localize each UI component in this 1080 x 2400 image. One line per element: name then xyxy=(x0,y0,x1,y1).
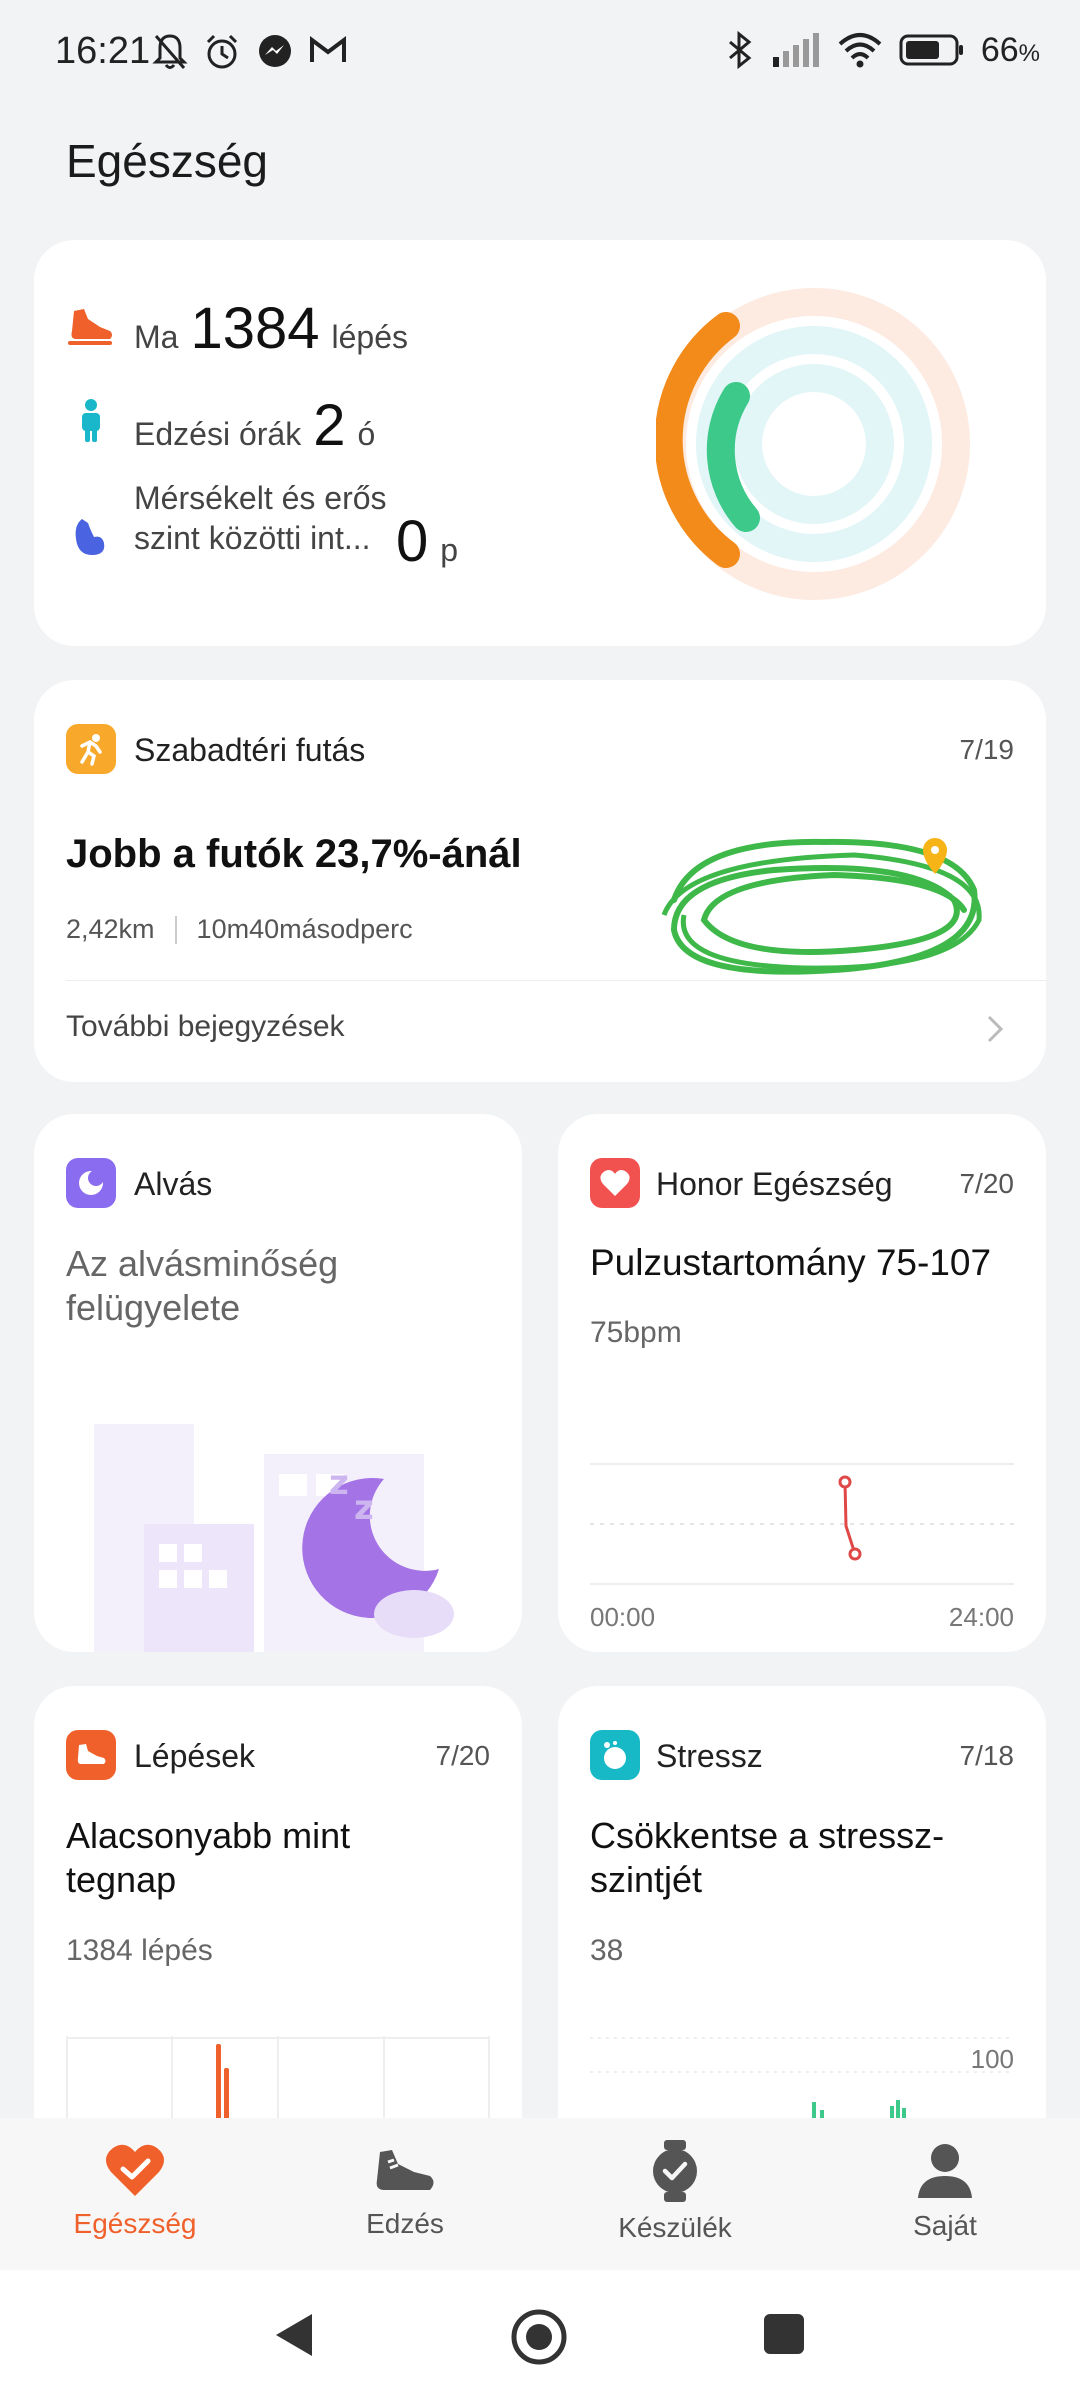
heart-rate-chart xyxy=(590,1463,1014,1585)
shoe-icon xyxy=(68,309,112,345)
heart-label: Honor Egészség xyxy=(656,1166,893,1202)
stress-headline: Csökkentse a stressz-szintjét xyxy=(590,1815,945,1900)
run-duration: 10m40másodperc xyxy=(196,914,413,944)
heart-headline: Pulzustartomány 75-107 xyxy=(590,1242,992,1283)
steps-unit: lépés xyxy=(331,319,408,355)
run-date: 7/19 xyxy=(959,734,1015,765)
run-route-map xyxy=(661,838,982,975)
back-icon[interactable] xyxy=(272,2310,316,2360)
stress-value: 38 xyxy=(590,1934,624,1967)
watch-icon xyxy=(653,2140,697,2202)
stress-icon xyxy=(590,1730,640,1780)
nav-health-label: Egészség xyxy=(73,2208,197,2239)
run-label: Szabadtéri futás xyxy=(134,732,366,768)
sleep-card[interactable]: Alvás Az alvásminőség felügyelete z z xyxy=(34,1114,522,1652)
muscle-icon xyxy=(75,519,105,555)
gmail-icon xyxy=(310,36,346,62)
nav-device[interactable]: Készülék xyxy=(575,2118,775,2270)
nav-device-label: Készülék xyxy=(618,2212,732,2243)
battery-percent: 66% xyxy=(980,30,1040,69)
steps-shoe-icon xyxy=(66,1730,116,1780)
run-headline: Jobb a futók 23,7%-ánál xyxy=(66,832,522,876)
sleep-moon-illustration: z z xyxy=(94,1424,454,1652)
exercise-value: 2 xyxy=(313,393,346,458)
steps-card-date: 7/20 xyxy=(435,1740,491,1771)
system-navigation-bar xyxy=(0,2270,1080,2400)
divider xyxy=(174,915,177,944)
exercise-unit: ó xyxy=(357,416,376,452)
battery-icon xyxy=(899,34,963,66)
steps-card-label: Lépések xyxy=(134,1738,255,1774)
steps-row: Ma 1384 lépés xyxy=(134,295,408,362)
x-axis-end: 24:00 xyxy=(948,1602,1014,1632)
intensity-unit: p xyxy=(440,532,459,568)
heart-rate-card[interactable]: Honor Egészség 7/20 Pulzustartomány 75-1… xyxy=(558,1114,1046,1652)
exercise-row: Edzési órák 2 ó xyxy=(134,392,375,459)
steps-label: Ma xyxy=(134,319,179,355)
bottom-navigation: Egészség Edzés Készülék Saját xyxy=(0,2118,1080,2270)
recents-icon[interactable] xyxy=(762,2312,806,2356)
bluetooth-icon xyxy=(728,30,752,70)
home-icon[interactable] xyxy=(510,2308,568,2366)
intensity-label: Mérsékelt és erős szint közötti int... xyxy=(134,480,387,556)
nav-profile-label: Saját xyxy=(913,2210,977,2241)
signal-icon xyxy=(772,33,819,67)
outdoor-run-card[interactable]: Szabadtéri futás 7/19 Jobb a futók 23,7%… xyxy=(34,680,1046,1082)
wifi-icon xyxy=(838,33,882,68)
divider xyxy=(66,980,1046,981)
status-time: 16:21 xyxy=(55,30,151,72)
heart-icon xyxy=(590,1158,640,1208)
heart-check-icon xyxy=(105,2144,165,2196)
run-stats: 2,42km 10m40másodperc xyxy=(66,914,413,945)
steps-card-value: 1384 lépés xyxy=(66,1934,213,1967)
run-distance: 2,42km xyxy=(66,914,155,944)
activity-card[interactable]: Ma 1384 lépés Edzési órák 2 ó Mérsékelt … xyxy=(34,240,1046,646)
steps-value: 1384 xyxy=(190,296,320,361)
exercise-label: Edzési órák xyxy=(134,416,302,452)
nav-workout[interactable]: Edzés xyxy=(305,2118,505,2270)
nav-workout-label: Edzés xyxy=(366,2208,444,2239)
alarm-icon xyxy=(206,34,238,69)
steps-card-headline: Alacsonyabb mint tegnap xyxy=(66,1815,351,1900)
messenger-icon xyxy=(259,35,291,67)
bell-off-icon xyxy=(152,34,188,69)
stress-label: Stressz xyxy=(656,1738,763,1774)
heart-date: 7/20 xyxy=(959,1168,1015,1199)
svg-text:z: z xyxy=(354,1488,374,1528)
nav-profile[interactable]: Saját xyxy=(845,2118,1045,2270)
notification-icons xyxy=(152,32,348,72)
system-icons: 66% xyxy=(725,30,1040,70)
status-bar: 16:21 66% xyxy=(0,0,1080,110)
page-title: Egészség xyxy=(66,135,269,187)
more-entries-link[interactable]: További bejegyzések xyxy=(66,1010,345,1044)
sleep-description: Az alvásminőség felügyelete xyxy=(66,1243,339,1328)
sleep-label: Alvás xyxy=(134,1166,213,1202)
person-profile-icon xyxy=(918,2144,972,2198)
sneaker-icon xyxy=(376,2150,434,2190)
x-axis-start: 00:00 xyxy=(590,1602,656,1632)
person-icon xyxy=(82,399,100,442)
heart-value: 75bpm xyxy=(590,1316,682,1349)
sleep-icon xyxy=(66,1158,116,1208)
running-icon xyxy=(66,724,116,774)
chevron-right-icon[interactable] xyxy=(986,1014,1004,1044)
intensity-value: 0 xyxy=(396,509,429,574)
intensity-row: 0 p xyxy=(384,508,458,575)
activity-rings xyxy=(656,288,970,600)
svg-text:z: z xyxy=(329,1463,349,1503)
stress-date: 7/18 xyxy=(959,1740,1015,1771)
nav-health[interactable]: Egészség xyxy=(35,2118,235,2270)
